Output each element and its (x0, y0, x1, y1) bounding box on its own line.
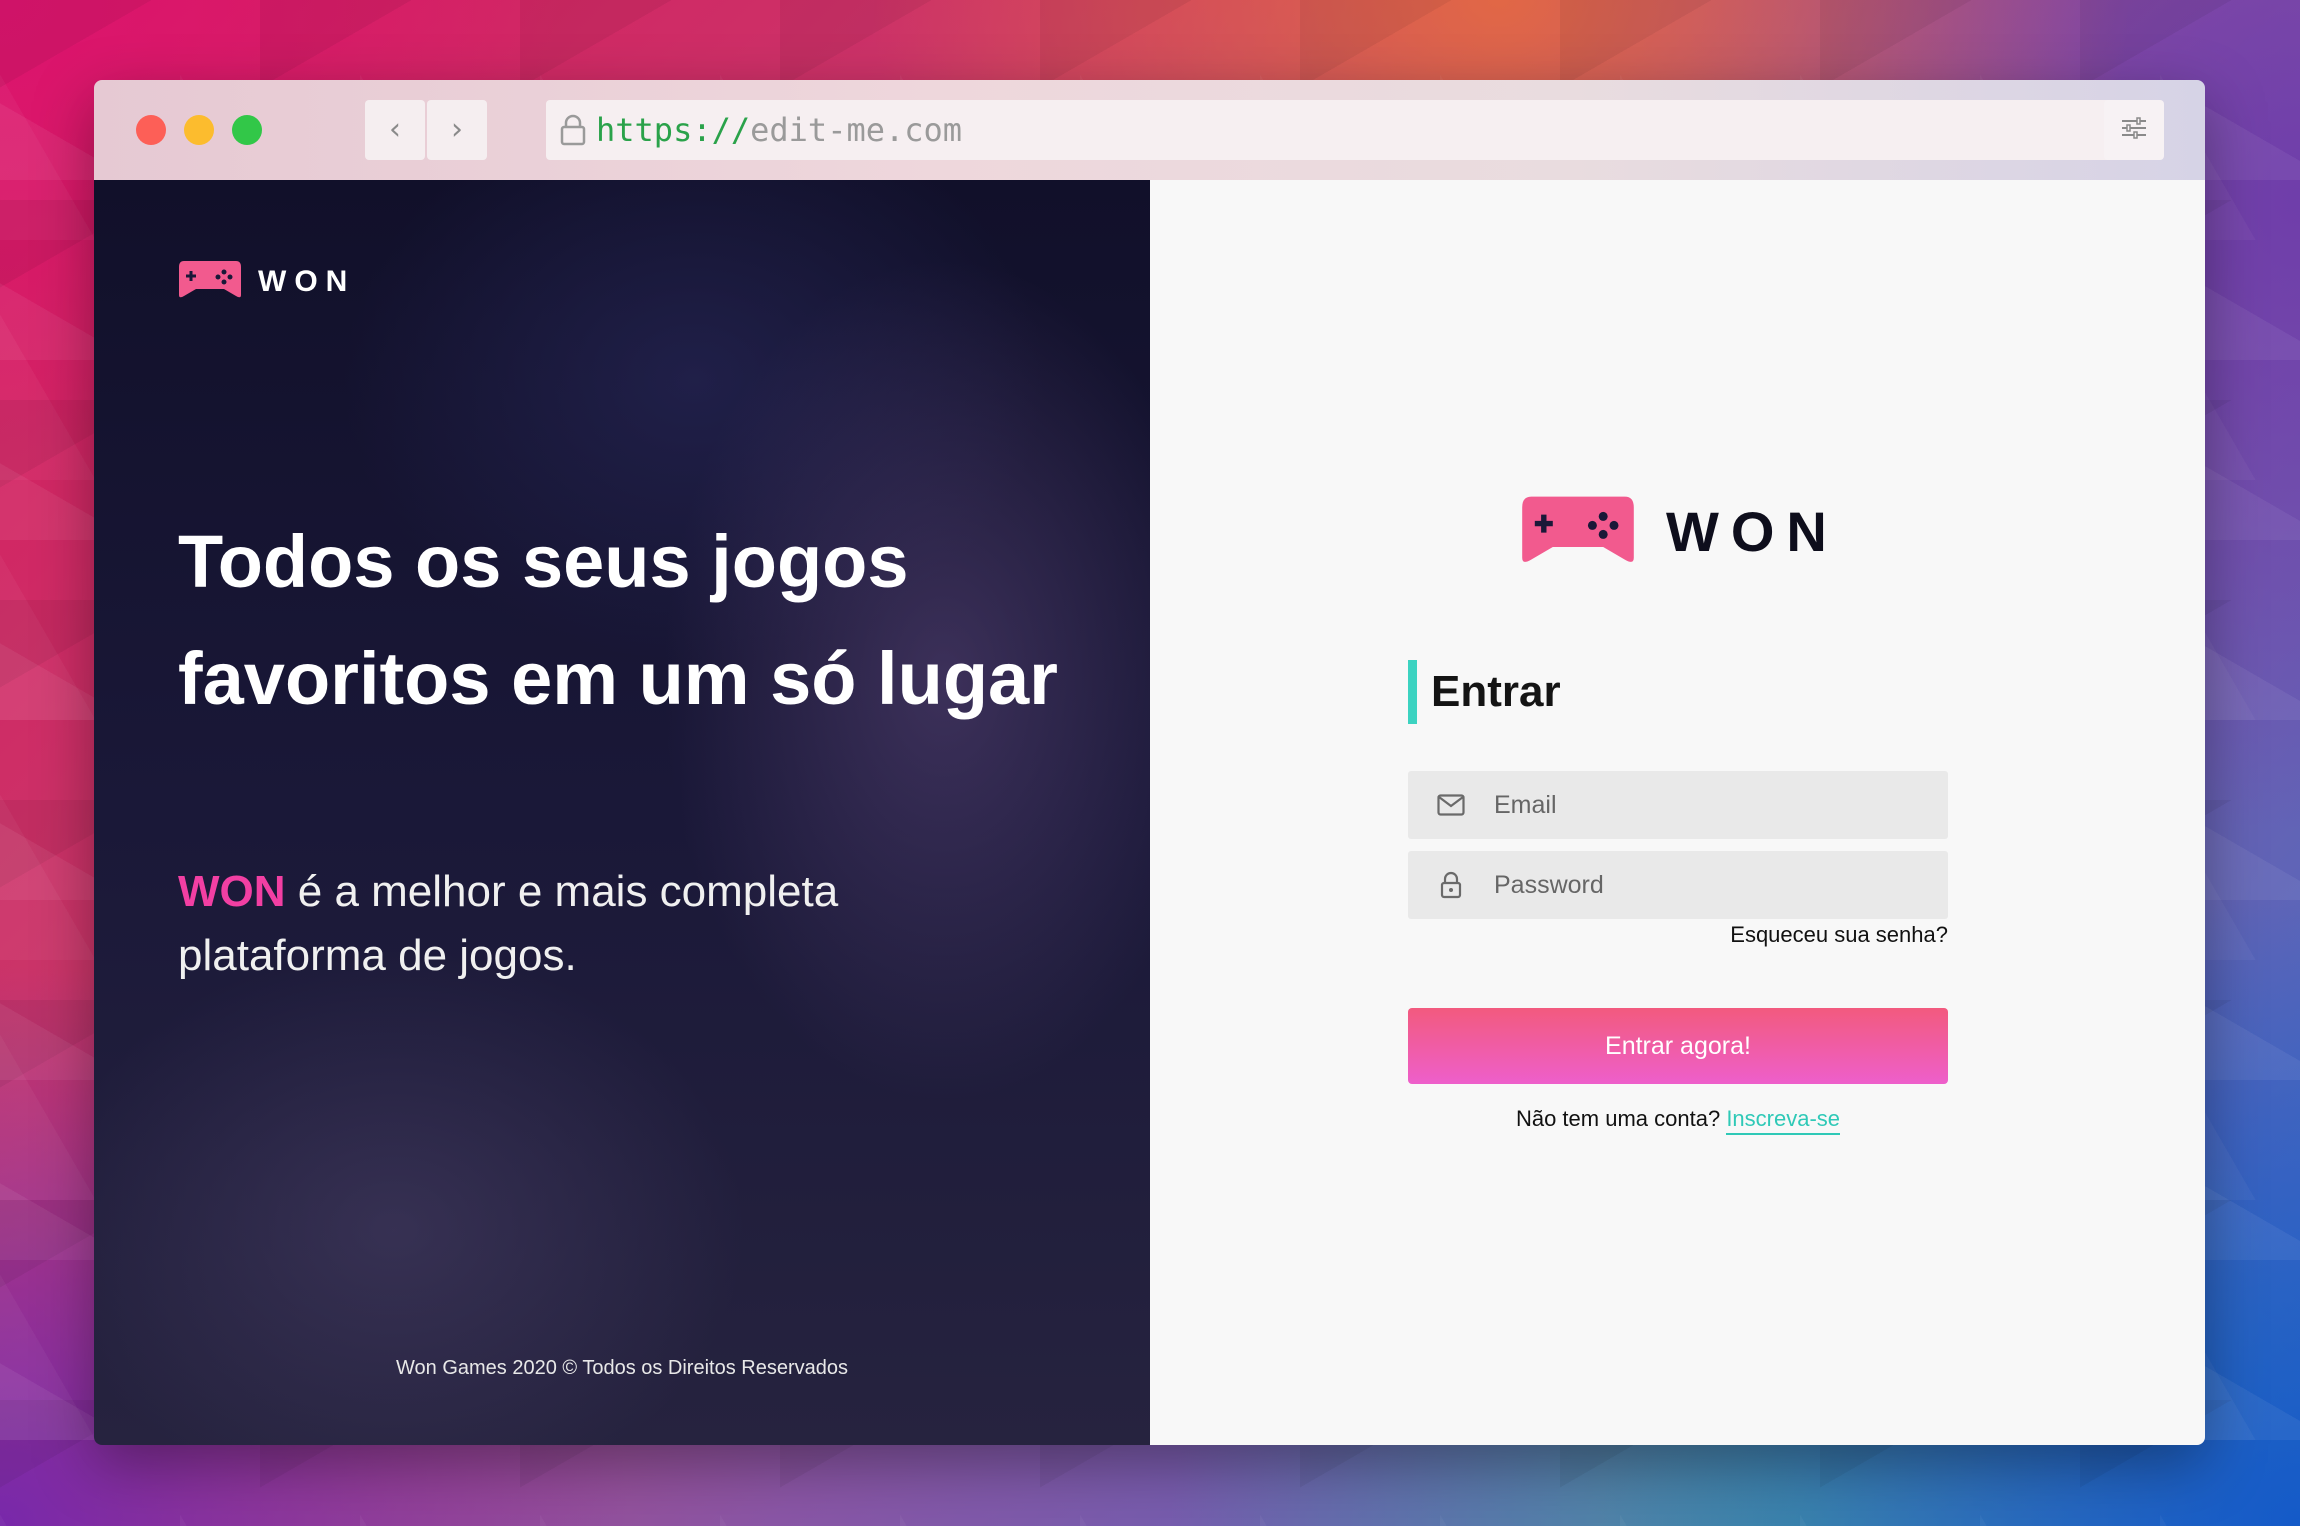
browser-window: ‹ › https://edit-me.com WON Todos os seu… (94, 80, 2205, 1445)
login-submit-button[interactable]: Entrar agora! (1408, 1008, 1948, 1084)
lock-icon (558, 113, 588, 147)
form-logo[interactable]: WON (1520, 493, 1839, 570)
hero-brand-highlight: WON (178, 867, 286, 916)
url-protocol: https:// (596, 111, 751, 149)
browser-menu-button[interactable] (2104, 100, 2164, 160)
signup-prompt-text: Não tem uma conta? (1515, 1106, 1721, 1131)
address-bar[interactable]: https://edit-me.com (546, 100, 2156, 160)
browser-titlebar: ‹ › https://edit-me.com (94, 80, 2205, 180)
lock-icon (1436, 870, 1466, 900)
forgot-password-link[interactable]: Esqueceu sua senha? (1408, 922, 1948, 948)
banner-footer: Won Games 2020 © Todos os Direitos Reser… (396, 1357, 848, 1379)
gamepad-logo-icon (1520, 493, 1636, 570)
mail-icon (1436, 790, 1466, 820)
email-input[interactable] (1492, 789, 1936, 821)
hero-subtitle: WON é a melhor e mais completa plataform… (178, 860, 1058, 988)
heading-accent-bar (1408, 660, 1417, 724)
forward-button[interactable]: › (427, 100, 487, 160)
sliders-icon (2121, 117, 2147, 143)
chevron-right-icon: › (451, 112, 463, 147)
form-title: Entrar (1431, 667, 1561, 716)
gamepad-logo-icon (178, 259, 242, 304)
login-panel: WON Entrar Email Esqueceu sua senha? Ent… (1150, 180, 2205, 1445)
password-input[interactable] (1492, 869, 1936, 901)
banner-logo-text: WON (258, 264, 356, 298)
url-host: edit-me.com (750, 111, 963, 149)
hero-banner: WON Todos os seus jogos favoritos em um … (94, 180, 1150, 1445)
close-window-button[interactable] (136, 115, 166, 145)
minimize-window-button[interactable] (184, 115, 214, 145)
form-logo-text: WON (1666, 500, 1839, 563)
hero-headline: Todos os seus jogos favoritos em um só l… (178, 520, 1058, 720)
password-field[interactable] (1408, 851, 1948, 919)
email-field[interactable] (1408, 771, 1948, 839)
banner-logo[interactable]: WON (178, 259, 355, 304)
maximize-window-button[interactable] (232, 115, 262, 145)
form-heading: Entrar (1408, 660, 1561, 724)
signup-prompt: Não tem uma conta? Inscreva-se (1408, 1106, 1948, 1135)
chevron-left-icon: ‹ (389, 112, 401, 147)
signup-link[interactable]: Inscreva-se (1726, 1106, 1841, 1135)
back-button[interactable]: ‹ (365, 100, 425, 160)
